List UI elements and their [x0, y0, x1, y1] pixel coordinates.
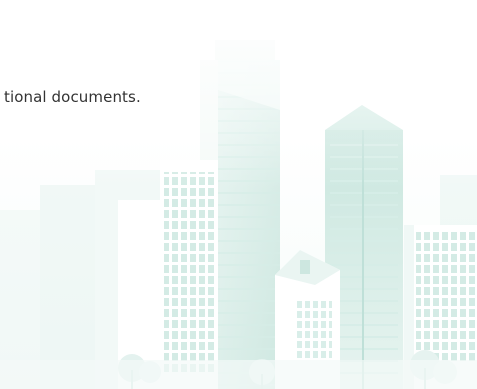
- city-skyline-illustration: [0, 0, 477, 389]
- ground-haze: [0, 360, 477, 389]
- caption-text: tional documents.: [4, 88, 141, 106]
- illustration-panel: tional documents.: [0, 0, 477, 389]
- building-white-tower: [160, 160, 218, 389]
